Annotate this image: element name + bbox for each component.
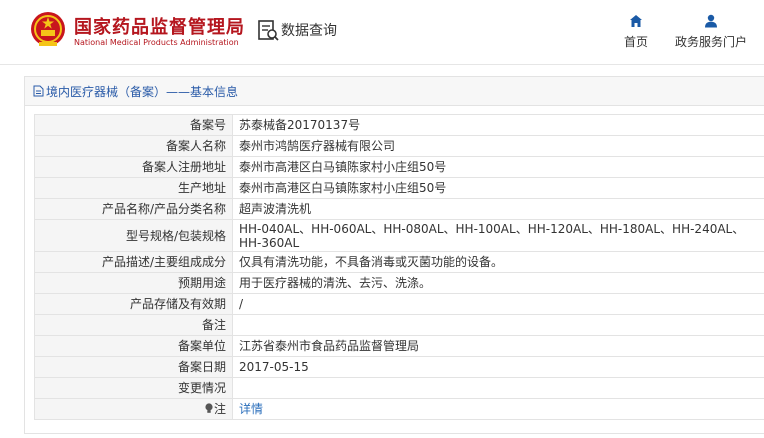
row-label: 变更情况	[34, 377, 233, 399]
row-value	[232, 314, 764, 336]
detail-panel: 境内医疗器械（备案）——基本信息 备案号 苏泰械备20170137号 备案人名称…	[24, 76, 764, 434]
row-value: 用于医疗器械的清洗、去污、洗涤。	[232, 272, 764, 294]
bulb-icon	[205, 403, 213, 413]
details-link[interactable]: 详情	[239, 402, 263, 416]
table-row: 产品描述/主要组成成分 仅具有清洗功能，不具备消毒或灭菌功能的设备。	[34, 251, 764, 273]
user-icon	[705, 14, 717, 28]
row-value: HH-040AL、HH-060AL、HH-080AL、HH-100AL、HH-1…	[232, 219, 764, 252]
site-header: 国家药品监督管理局 National Medical Products Admi…	[0, 0, 764, 64]
row-label: 备案日期	[34, 356, 233, 378]
row-value: 江苏省泰州市食品药品监督管理局	[232, 335, 764, 357]
site-name-english: National Medical Products Administration	[74, 38, 239, 47]
row-label: 备案人注册地址	[34, 156, 233, 178]
data-query-icon	[258, 20, 279, 41]
detail-table: 备案号 苏泰械备20170137号 备案人名称 泰州市鸿鹄医疗器械有限公司 备案…	[34, 114, 764, 420]
nav-gov-service-portal[interactable]: 政务服务门户	[672, 14, 750, 50]
table-row: 备案日期 2017-05-15	[34, 356, 764, 378]
nav-home-label: 首页	[623, 35, 648, 49]
row-label: 备案号	[34, 114, 233, 136]
row-value: 超声波清洗机	[232, 198, 764, 220]
table-row: 产品存储及有效期 /	[34, 293, 764, 315]
row-label: 备案单位	[34, 335, 233, 357]
row-label: 产品名称/产品分类名称	[34, 198, 233, 220]
row-value	[232, 377, 764, 399]
row-label: 备注	[34, 314, 233, 336]
table-row: 型号规格/包装规格 HH-040AL、HH-060AL、HH-080AL、HH-…	[34, 219, 764, 252]
panel-title: 境内医疗器械（备案）——基本信息	[46, 84, 239, 99]
home-icon	[630, 15, 642, 27]
table-row: 备案人注册地址 泰州市高港区白马镇陈家村小庄组50号	[34, 156, 764, 178]
row-value: 泰州市高港区白马镇陈家村小庄组50号	[232, 177, 764, 199]
row-value: 泰州市高港区白马镇陈家村小庄组50号	[232, 156, 764, 178]
row-value: /	[232, 293, 764, 315]
table-row: 变更情况	[34, 377, 764, 399]
header-divider	[0, 64, 764, 65]
row-value: 苏泰械备20170137号	[232, 114, 764, 136]
document-icon	[33, 85, 44, 97]
table-row: 产品名称/产品分类名称 超声波清洗机	[34, 198, 764, 220]
row-label: 备案人名称	[34, 135, 233, 157]
row-label: 产品描述/主要组成成分	[34, 251, 233, 273]
row-label: 注	[213, 402, 226, 416]
note-label-cell: 注	[34, 398, 233, 420]
row-value: 2017-05-15	[232, 356, 764, 378]
table-row: 预期用途 用于医疗器械的清洗、去污、洗涤。	[34, 272, 764, 294]
row-value: 泰州市鸿鹄医疗器械有限公司	[232, 135, 764, 157]
row-label: 生产地址	[34, 177, 233, 199]
data-query-link[interactable]: 数据查询	[257, 19, 337, 41]
nav-home[interactable]: 首页	[621, 14, 651, 50]
row-value: 仅具有清洗功能，不具备消毒或灭菌功能的设备。	[232, 251, 764, 273]
table-row: 注 详情	[34, 398, 764, 420]
table-row: 备案号 苏泰械备20170137号	[34, 114, 764, 136]
row-label: 产品存储及有效期	[34, 293, 233, 315]
national-emblem-icon	[31, 12, 65, 46]
site-name[interactable]: 国家药品监督管理局	[74, 13, 245, 39]
row-label: 预期用途	[34, 272, 233, 294]
table-row: 备案单位 江苏省泰州市食品药品监督管理局	[34, 335, 764, 357]
panel-header: 境内医疗器械（备案）——基本信息	[25, 77, 764, 106]
data-query-label: 数据查询	[281, 23, 337, 39]
table-row: 备注	[34, 314, 764, 336]
table-row: 备案人名称 泰州市鸿鹄医疗器械有限公司	[34, 135, 764, 157]
details-cell: 详情	[232, 398, 764, 420]
nav-gov-label: 政务服务门户	[674, 35, 747, 49]
table-row: 生产地址 泰州市高港区白马镇陈家村小庄组50号	[34, 177, 764, 199]
row-label: 型号规格/包装规格	[34, 219, 233, 252]
